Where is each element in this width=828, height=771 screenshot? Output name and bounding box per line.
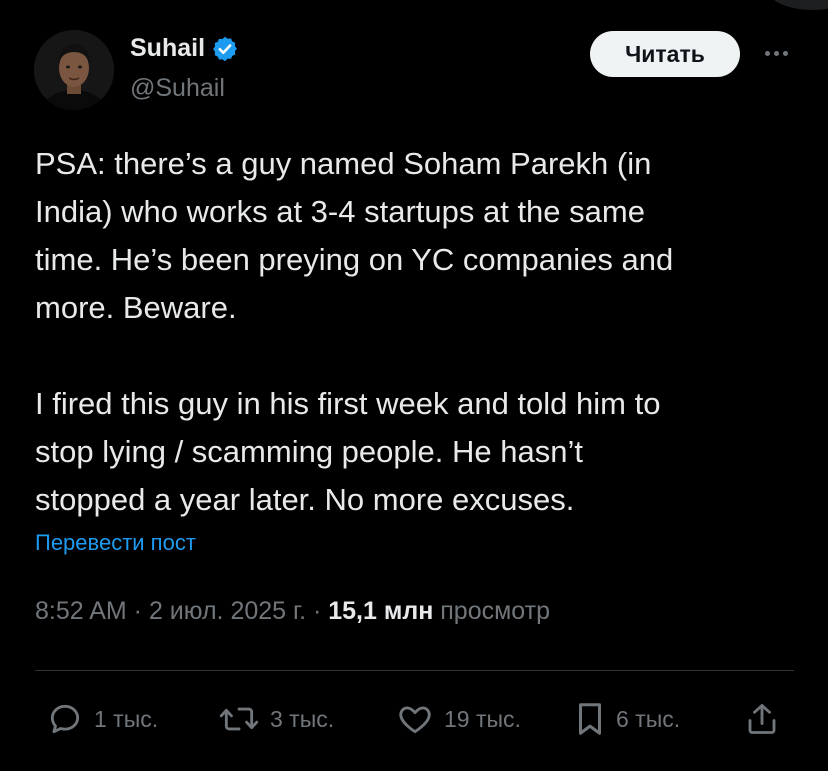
name-row: Suhail [130, 34, 239, 63]
more-horizontal-icon[interactable] [758, 38, 794, 68]
repost-button[interactable]: 3 тыс. [218, 693, 334, 745]
like-count: 19 тыс. [444, 705, 521, 732]
reply-count: 1 тыс. [94, 705, 159, 732]
reply-button[interactable]: 1 тыс. [46, 693, 158, 745]
post-paragraph: PSA: there’s a guy named Soham Parekh (i… [35, 146, 674, 325]
share-icon [748, 704, 776, 734]
verified-badge-icon [213, 36, 237, 61]
post-text: PSA: there’s a guy named Soham Parekh (i… [35, 140, 795, 524]
views-count[interactable]: 15,1 млн [328, 597, 433, 625]
read-button[interactable]: Читать [590, 31, 740, 77]
repost-icon [219, 707, 259, 731]
post-date[interactable]: 2 июл. 2025 г. [149, 597, 306, 625]
repost-count: 3 тыс. [270, 705, 335, 732]
post-paragraph: I fired this guy in his first week and t… [35, 386, 661, 517]
post-meta: 8:52 AM · 2 июл. 2025 г. · 15,1 млн прос… [35, 597, 551, 625]
bookmark-icon [578, 703, 602, 735]
action-bar: 1 тыс. 3 тыс. 19 тыс. 6 тыс. [0, 693, 828, 745]
share-button[interactable] [744, 693, 780, 745]
corner-shade [768, 0, 828, 10]
bookmark-button[interactable]: 6 тыс. [574, 693, 680, 745]
avatar[interactable] [34, 30, 114, 110]
handle[interactable]: @Suhail [130, 74, 225, 103]
post-time[interactable]: 8:52 AM [35, 597, 127, 625]
post-header: Suhail @Suhail Читать [34, 30, 798, 110]
bookmark-count: 6 тыс. [616, 705, 681, 732]
like-button[interactable]: 19 тыс. [396, 693, 521, 745]
divider [35, 670, 794, 671]
views-label: просмотр [433, 597, 551, 625]
translate-post-link[interactable]: Перевести пост [35, 530, 196, 556]
display-name[interactable]: Suhail [130, 34, 205, 63]
reply-icon [50, 704, 80, 734]
heart-icon [399, 706, 431, 734]
